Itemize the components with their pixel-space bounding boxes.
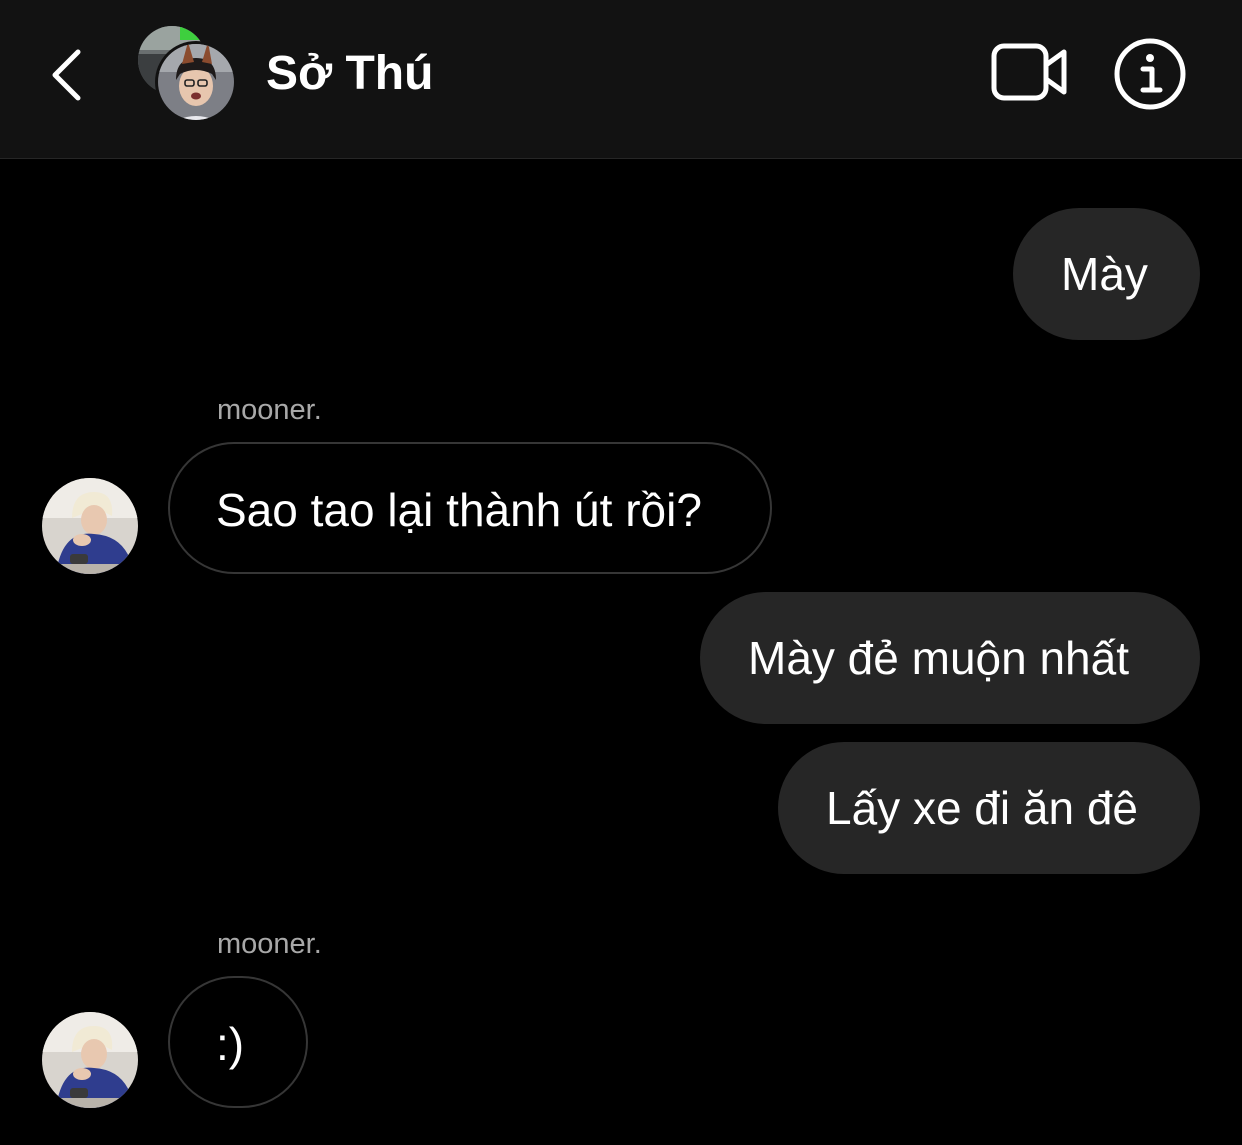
video-call-button[interactable]: [988, 40, 1072, 106]
avatar[interactable]: [42, 1012, 138, 1108]
sender-name: mooner.: [217, 928, 322, 960]
sender-name: mooner.: [217, 394, 322, 426]
avatar[interactable]: [42, 478, 138, 574]
info-icon: [1114, 38, 1186, 110]
chevron-left-icon: [52, 49, 81, 101]
message-bubble-incoming[interactable]: :): [168, 976, 308, 1108]
info-button[interactable]: [1110, 34, 1190, 114]
video-camera-icon: [991, 43, 1067, 101]
message-bubble-outgoing[interactable]: Lấy xe đi ăn đê: [778, 742, 1200, 874]
message-bubble-incoming[interactable]: Sao tao lại thành út rồi?: [168, 442, 772, 574]
chat-header: Sở Thú: [0, 0, 1242, 159]
back-button[interactable]: [40, 40, 100, 110]
message-bubble-outgoing[interactable]: Mày đẻ muộn nhất: [700, 592, 1200, 724]
group-avatar[interactable]: [136, 24, 240, 128]
chat-title[interactable]: Sở Thú: [266, 42, 433, 106]
message-bubble-outgoing[interactable]: Mày: [1013, 208, 1200, 340]
